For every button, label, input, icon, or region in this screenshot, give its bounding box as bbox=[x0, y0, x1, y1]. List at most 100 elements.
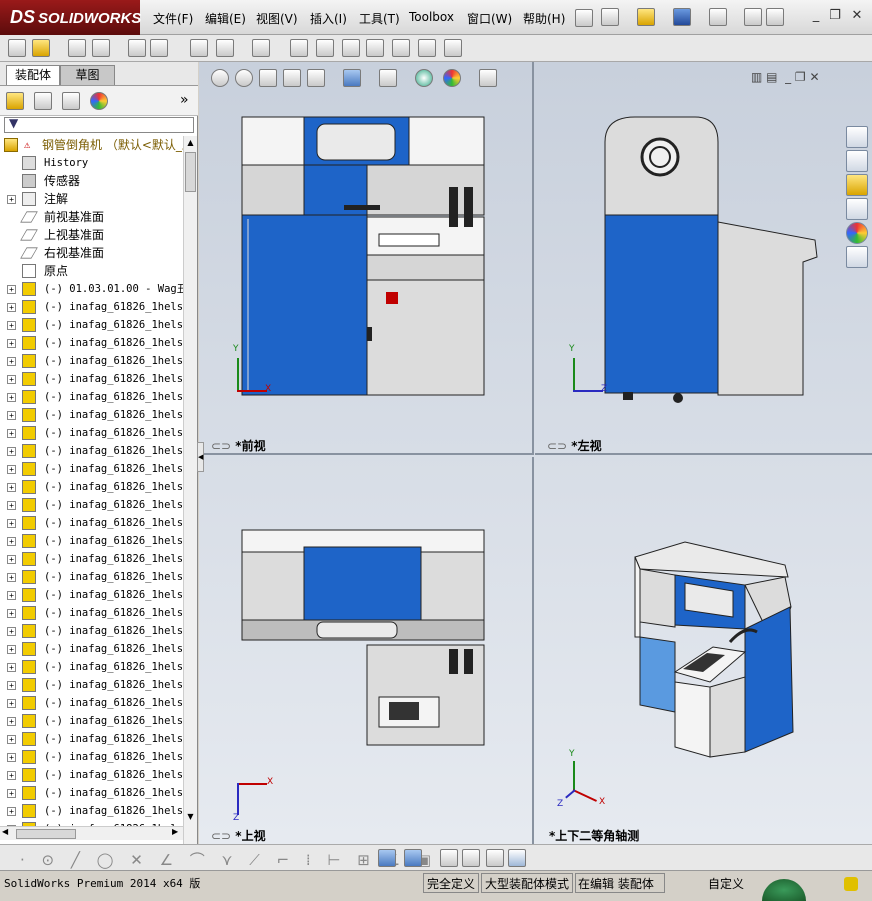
expand-icon[interactable]: + bbox=[7, 339, 16, 348]
file-explorer-icon[interactable] bbox=[846, 174, 868, 196]
notification-icon[interactable] bbox=[844, 877, 858, 891]
scroll-left-icon[interactable]: ◀ bbox=[2, 827, 8, 836]
graphics-area[interactable]: ▥ ▤ _ ❐ ✕ Y X ⊂⊃ *前视 Y Z ⊂⊃ *左视 X Z ⊂⊃ *… bbox=[197, 62, 872, 844]
expand-icon[interactable]: + bbox=[7, 609, 16, 618]
tree-item[interactable]: + (-) inafag_61826_1helsx bbox=[0, 406, 183, 424]
open-folder-icon[interactable] bbox=[637, 8, 655, 26]
tree-root[interactable]: ⚠ 钢管倒角机 （默认<默认_显 bbox=[0, 136, 183, 154]
viewport-left[interactable]: Y Z ⊂⊃ *左视 bbox=[535, 62, 872, 455]
expand-icon[interactable]: + bbox=[7, 285, 16, 294]
scroll-thumb[interactable] bbox=[185, 152, 196, 192]
expand-icon[interactable]: + bbox=[7, 429, 16, 438]
tree-item[interactable]: + (-) inafag_61826_1helsx bbox=[0, 748, 183, 766]
linear-pattern-icon[interactable] bbox=[128, 39, 146, 57]
custom-properties-icon[interactable] bbox=[846, 246, 868, 268]
help-icon[interactable] bbox=[766, 8, 784, 26]
assembly-features-icon[interactable] bbox=[252, 39, 270, 57]
tree-item[interactable]: + (-) inafag_61826_1helsx bbox=[0, 550, 183, 568]
menu-help[interactable]: 帮助(H) bbox=[523, 10, 565, 27]
tree-item[interactable]: + (-) inafag_61826_1helsx bbox=[0, 532, 183, 550]
viewport-front[interactable]: Y X ⊂⊃ *前视 bbox=[199, 62, 534, 455]
solidworks-logo[interactable]: DS SOLIDWORKS bbox=[0, 0, 141, 35]
close-button[interactable]: ✕ bbox=[849, 9, 865, 25]
menu-file[interactable]: 文件(F) bbox=[153, 10, 193, 27]
menu-insert[interactable]: 插入(I) bbox=[310, 10, 347, 27]
tree-item[interactable]: + (-) inafag_61826_1helsx bbox=[0, 694, 183, 712]
save-icon[interactable] bbox=[673, 8, 691, 26]
pin-icon[interactable] bbox=[575, 9, 593, 27]
tree-item[interactable]: + (-) inafag_61826_1helsx bbox=[0, 766, 183, 784]
scroll-up-icon[interactable]: ▲ bbox=[185, 138, 196, 150]
restore-button[interactable]: ❐ bbox=[827, 9, 843, 25]
menu-edit[interactable]: 编辑(E) bbox=[205, 10, 246, 27]
sketch-tools-icons[interactable]: · ⊙ ╱ ◯ ✕ ∠ ⌒ ⋎ ⟋ ⌐ ⁞ ⊢ ⊞ ∡ ▣ bbox=[20, 849, 437, 870]
property-manager-icon[interactable] bbox=[34, 92, 52, 110]
part-color-icon[interactable] bbox=[462, 849, 480, 867]
component-icon[interactable] bbox=[8, 39, 26, 57]
expand-icon[interactable]: + bbox=[7, 663, 16, 672]
show-hidden-icon[interactable] bbox=[216, 39, 234, 57]
expand-icon[interactable]: + bbox=[7, 375, 16, 384]
expand-icon[interactable]: + bbox=[7, 699, 16, 708]
menu-view[interactable]: 视图(V) bbox=[256, 10, 298, 27]
collapse-panel-handle[interactable]: ◀ bbox=[197, 442, 204, 472]
expand-icon[interactable]: + bbox=[7, 537, 16, 546]
new-motion-study-icon[interactable] bbox=[316, 39, 334, 57]
viewport-isometric[interactable]: Y X Z *上下二等角轴测 bbox=[535, 457, 872, 844]
expand-icon[interactable]: + bbox=[7, 357, 16, 366]
undo-icon[interactable] bbox=[744, 8, 762, 26]
expand-icon[interactable]: + bbox=[7, 483, 16, 492]
four-view-icon[interactable] bbox=[508, 849, 526, 867]
tree-item[interactable]: + (-) inafag_61826_1helsx bbox=[0, 658, 183, 676]
tree-item[interactable]: + (-) inafag_61826_1helsx bbox=[0, 568, 183, 586]
display-mode-icon[interactable] bbox=[404, 849, 422, 867]
large-assembly-icon[interactable] bbox=[418, 39, 436, 57]
tree-item[interactable]: 原点 bbox=[0, 262, 183, 280]
tree-item[interactable]: + (-) inafag_61826_1helsx bbox=[0, 442, 183, 460]
reference-geometry-icon[interactable] bbox=[290, 39, 308, 57]
mate-icon[interactable] bbox=[92, 39, 110, 57]
tree-item[interactable]: + (-) inafag_61826_1helsx bbox=[0, 802, 183, 820]
expand-icon[interactable]: + bbox=[7, 501, 16, 510]
expand-icon[interactable]: + bbox=[7, 645, 16, 654]
hscroll-thumb[interactable] bbox=[16, 829, 76, 839]
tree-item[interactable]: + 注解 bbox=[0, 190, 183, 208]
expand-icon[interactable]: + bbox=[7, 717, 16, 726]
snapshot-icon[interactable] bbox=[444, 39, 462, 57]
configuration-manager-icon[interactable] bbox=[62, 92, 80, 110]
tree-item[interactable]: + (-) inafag_61826_1helsx bbox=[0, 604, 183, 622]
tree-item[interactable]: + (-) 01.03.01.00 - Wag丑 bbox=[0, 280, 183, 298]
expand-icon[interactable]: + bbox=[7, 771, 16, 780]
tree-vertical-scrollbar[interactable]: ▲ ▼ bbox=[183, 136, 197, 886]
tree-item[interactable]: + (-) inafag_61826_1helsx bbox=[0, 316, 183, 334]
paperclip-icon[interactable] bbox=[68, 39, 86, 57]
tree-item[interactable]: + (-) inafag_61826_1helsx bbox=[0, 460, 183, 478]
filter-input[interactable]: ▼ bbox=[4, 116, 194, 133]
viewport-top[interactable]: X Z ⊂⊃ *上视 bbox=[199, 457, 534, 844]
menu-toolbox[interactable]: Toolbox bbox=[409, 10, 454, 24]
tree-item[interactable]: + (-) inafag_61826_1helsx bbox=[0, 334, 183, 352]
shaded-display-icon[interactable] bbox=[378, 849, 396, 867]
bill-of-materials-icon[interactable] bbox=[342, 39, 360, 57]
home-icon[interactable] bbox=[846, 126, 868, 148]
expand-icon[interactable]: + bbox=[7, 591, 16, 600]
expand-icon[interactable]: + bbox=[7, 789, 16, 798]
expand-icon[interactable]: + bbox=[7, 411, 16, 420]
single-view-icon[interactable] bbox=[486, 849, 504, 867]
tree-item[interactable]: + (-) inafag_61826_1helsx bbox=[0, 370, 183, 388]
expand-icon[interactable]: + bbox=[7, 321, 16, 330]
minimize-button[interactable]: _ bbox=[808, 9, 824, 25]
expand-icon[interactable]: + bbox=[7, 447, 16, 456]
tree-item[interactable]: + (-) inafag_61826_1helsx bbox=[0, 424, 183, 442]
tree-horizontal-scrollbar[interactable]: ◀ ▶ bbox=[0, 826, 183, 840]
tree-item[interactable]: History bbox=[0, 154, 183, 172]
print-icon[interactable] bbox=[709, 8, 727, 26]
tree-item[interactable]: 传感器 bbox=[0, 172, 183, 190]
tree-item[interactable]: + (-) inafag_61826_1helsx bbox=[0, 712, 183, 730]
expand-icon[interactable]: + bbox=[7, 807, 16, 816]
tree-item[interactable]: + (-) inafag_61826_1helsx bbox=[0, 622, 183, 640]
expand-icon[interactable]: + bbox=[7, 303, 16, 312]
view-palette-icon[interactable] bbox=[846, 198, 868, 220]
expand-icon[interactable]: + bbox=[7, 465, 16, 474]
appearances-scenes-icon[interactable] bbox=[846, 222, 868, 244]
